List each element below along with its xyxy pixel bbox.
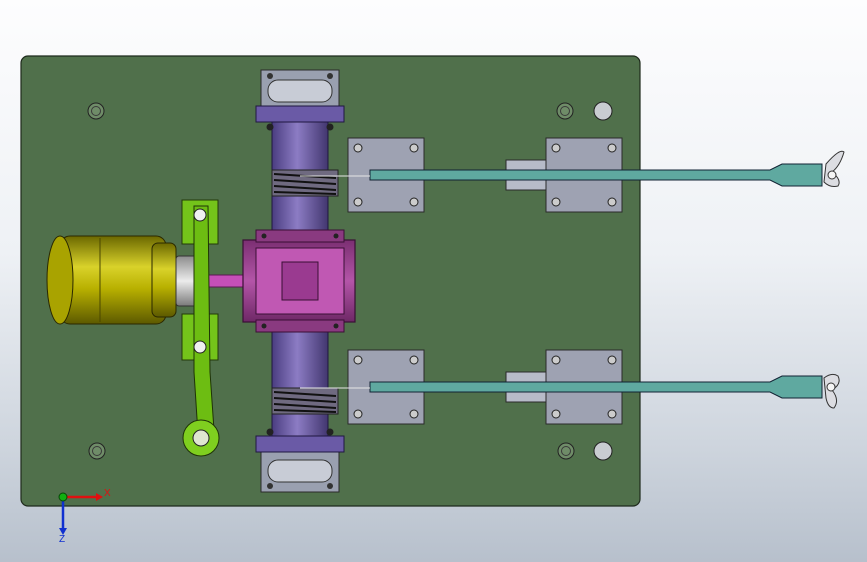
hole-bottom-left — [88, 442, 106, 460]
spring-top[interactable] — [271, 169, 339, 197]
hole-top-right-a — [556, 102, 574, 120]
spring-bottom[interactable] — [271, 387, 339, 415]
gripper-top[interactable] — [823, 150, 845, 187]
hole-top-right-b — [593, 101, 613, 121]
gearbox[interactable] — [242, 229, 356, 333]
hole-bottom-right-b — [593, 441, 613, 461]
triad-z-label: Z — [59, 534, 65, 545]
motor[interactable] — [46, 235, 177, 325]
gripper-bottom[interactable] — [823, 373, 840, 409]
coordinate-triad-icon: X Z — [58, 488, 111, 545]
cad-viewport[interactable]: X Z — [0, 0, 867, 562]
hole-bottom-right-a — [557, 442, 575, 460]
shaft-end-cap-top[interactable] — [255, 69, 345, 131]
hole-top-left — [87, 102, 105, 120]
assembly-scene[interactable]: X Z — [0, 0, 867, 562]
triad-x-label: X — [104, 488, 111, 499]
shaft-end-cap-bottom[interactable] — [255, 428, 345, 493]
